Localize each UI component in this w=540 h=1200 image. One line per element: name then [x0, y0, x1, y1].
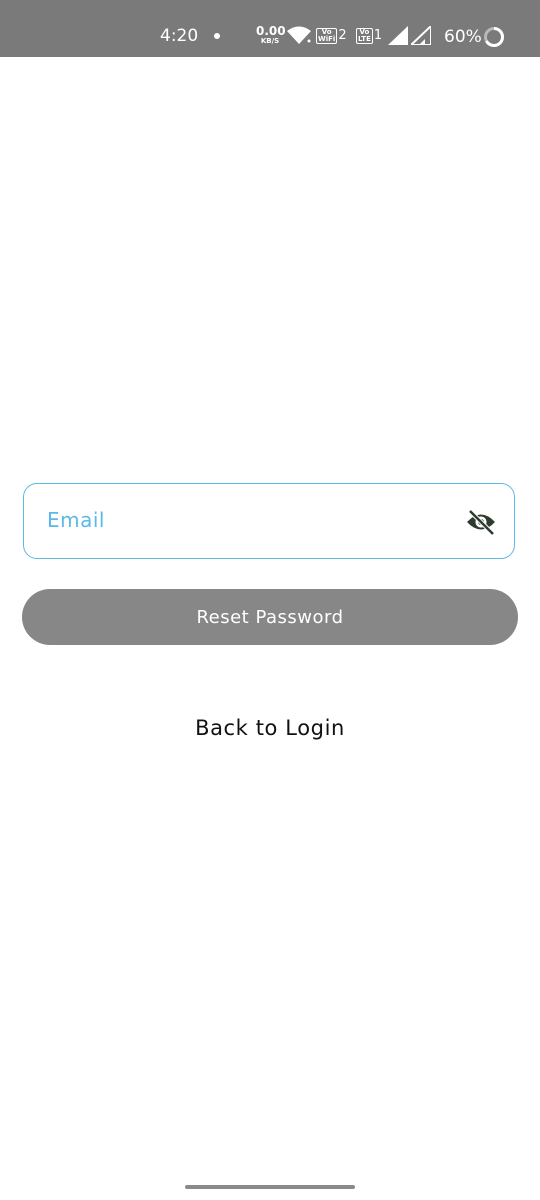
gesture-nav-handle[interactable]	[185, 1185, 355, 1189]
sim2-number: 2	[338, 28, 347, 43]
sim2-volte-badge: Vo WiFi 2	[316, 26, 347, 45]
back-to-login-link[interactable]: Back to Login	[0, 716, 540, 740]
volte-lte-icon: Vo LTE	[356, 27, 373, 44]
email-field[interactable]: Email	[23, 483, 515, 559]
badge-bottom-text: WiFi	[318, 34, 336, 43]
network-speed-value: 0.00	[256, 24, 286, 38]
wifi-icon	[287, 26, 311, 44]
network-speed: 0.00 KB/S	[256, 24, 286, 45]
sim1-volte-badge: Vo LTE 1	[356, 26, 382, 45]
status-bar: 4:20 0.00 KB/S Vo WiFi 2 Vo LTE 1 60%	[0, 0, 540, 57]
status-time: 4:20	[160, 26, 199, 46]
eye-off-icon[interactable]	[465, 508, 497, 536]
reset-password-button[interactable]: Reset Password	[22, 589, 518, 645]
signal-icon	[411, 26, 431, 45]
notification-dot	[214, 33, 220, 39]
sim1-number: 1	[373, 28, 383, 43]
email-placeholder: Email	[47, 508, 105, 532]
signal-icon	[388, 26, 408, 45]
battery-percent: 60%	[444, 27, 482, 47]
badge-bottom-text: LTE	[358, 34, 371, 43]
battery-icon	[484, 27, 504, 47]
volte-wifi-icon: Vo WiFi	[316, 27, 338, 44]
network-speed-unit: KB/S	[260, 37, 280, 45]
